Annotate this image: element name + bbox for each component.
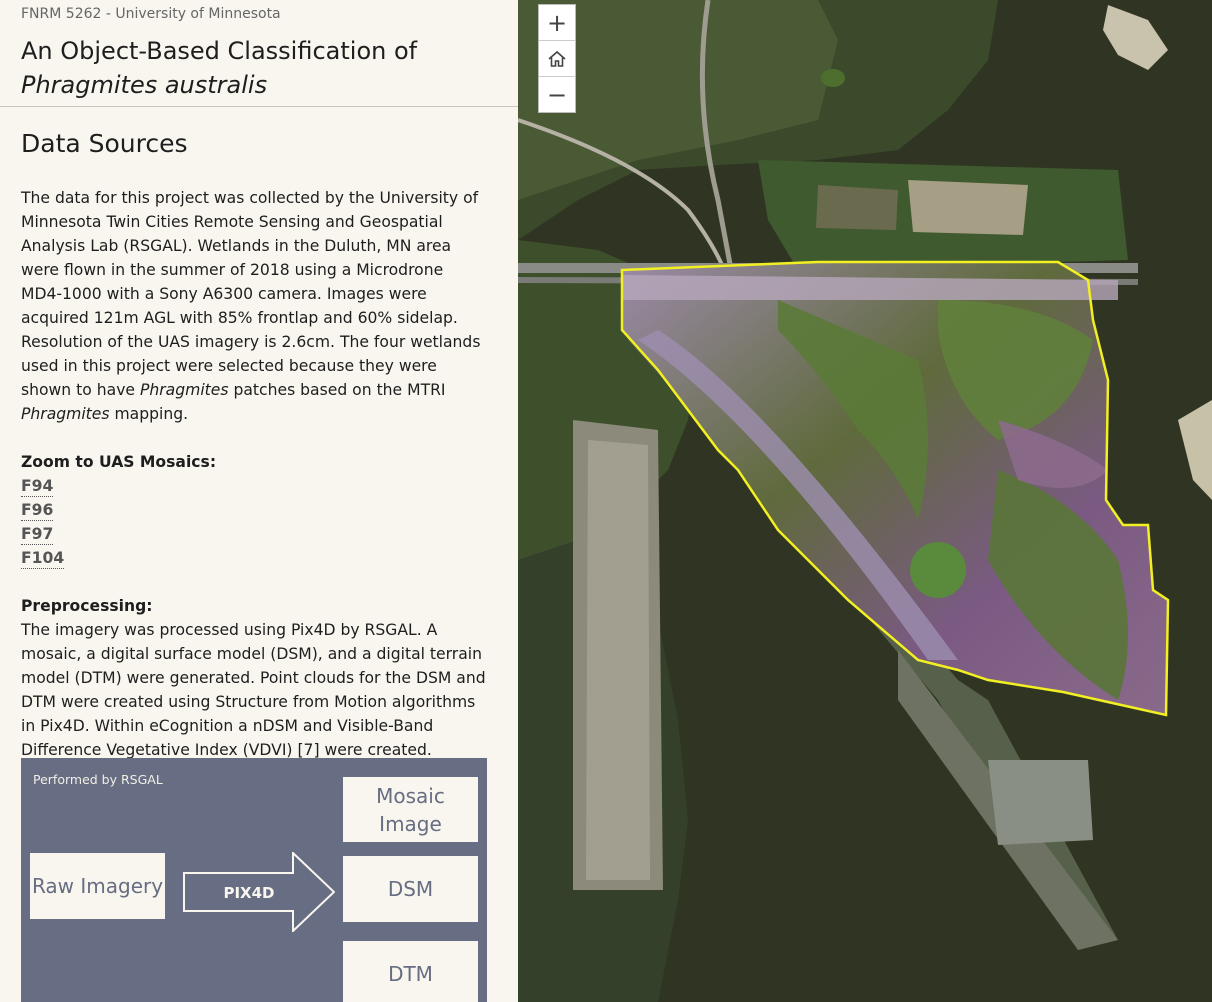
title-line-2: Phragmites australis xyxy=(21,71,268,99)
zoom-in-button[interactable]: + xyxy=(539,5,575,41)
zoom-links: F94 F96 F97 F104 xyxy=(21,474,487,570)
diagram-caption: Performed by RSGAL xyxy=(33,772,163,787)
zoom-link-f104[interactable]: F104 xyxy=(21,548,65,569)
intro-italic-2: Phragmites xyxy=(21,405,110,423)
pix4d-arrow: PIX4D xyxy=(183,852,335,932)
zoom-link-f94[interactable]: F94 xyxy=(21,476,54,497)
title-line-1: An Object-Based Classification of xyxy=(21,37,418,65)
zoom-link-f97[interactable]: F97 xyxy=(21,524,54,545)
home-icon xyxy=(548,50,566,67)
raw-imagery-box: Raw Imagery xyxy=(30,853,165,919)
intro-paragraph: The data for this project was collected … xyxy=(21,186,487,426)
story-panel: FNRM 5262 - University of Minnesota An O… xyxy=(0,0,518,1002)
dtm-box: DTM xyxy=(343,941,478,1002)
zoom-out-button[interactable]: − xyxy=(539,77,575,112)
intro-italic-1: Phragmites xyxy=(139,381,229,399)
pix4d-label: PIX4D xyxy=(223,884,274,902)
section-heading: Data Sources xyxy=(21,129,188,158)
processing-diagram: Performed by RSGAL Raw Imagery PIX4D Mos… xyxy=(21,758,487,1002)
intro-text-1: The data for this project was collected … xyxy=(21,189,481,399)
map-view[interactable]: + − xyxy=(518,0,1212,1002)
course-label: FNRM 5262 - University of Minnesota xyxy=(21,6,281,22)
map-zoom-controls: + − xyxy=(538,4,576,113)
aerial-imagery xyxy=(518,0,1212,1002)
panel-header: FNRM 5262 - University of Minnesota An O… xyxy=(0,0,518,107)
section-content: Data Sources The data for this project w… xyxy=(21,126,487,762)
mosaic-image-box: Mosaic Image xyxy=(343,777,478,842)
intro-text-3: mapping. xyxy=(109,405,189,423)
intro-text-2: patches based on the MTRI xyxy=(228,381,446,399)
page-title: An Object-Based Classification of Phragm… xyxy=(21,34,417,102)
home-button[interactable] xyxy=(539,41,575,77)
preprocessing-paragraph: The imagery was processed using Pix4D by… xyxy=(21,621,486,759)
preprocessing-label: Preprocessing: xyxy=(21,597,153,615)
dsm-box: DSM xyxy=(343,856,478,922)
zoom-link-f96[interactable]: F96 xyxy=(21,500,54,521)
zoom-label: Zoom to UAS Mosaics: xyxy=(21,453,217,471)
